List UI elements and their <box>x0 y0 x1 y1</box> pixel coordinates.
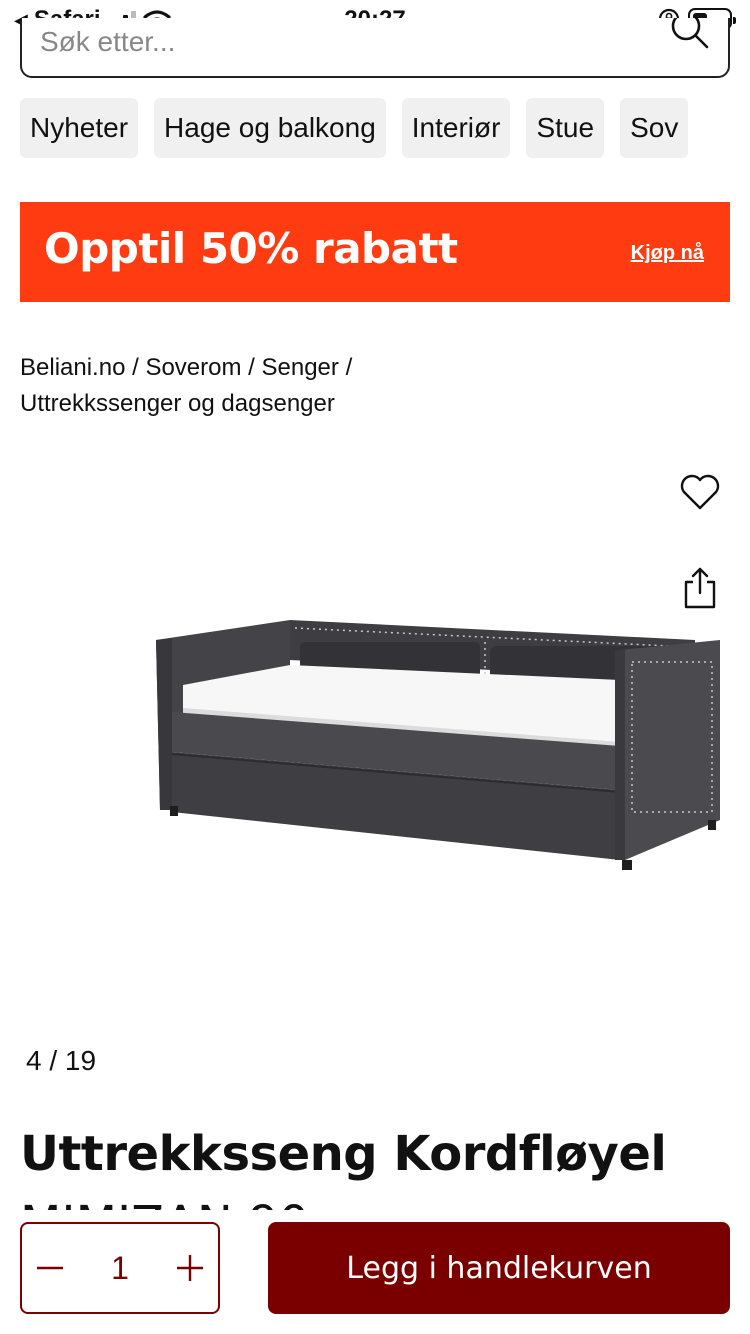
share-icon[interactable] <box>680 566 720 610</box>
search-input[interactable] <box>40 20 640 64</box>
breadcrumb-item-home[interactable]: Beliani.no <box>20 354 125 381</box>
category-chip-soverom[interactable]: Sov <box>620 98 689 158</box>
gallery-counter: 4 / 19 <box>26 1045 97 1076</box>
heart-icon[interactable] <box>678 470 722 514</box>
quantity-stepper[interactable]: 1 <box>20 1222 220 1314</box>
minus-icon <box>37 1266 63 1270</box>
breadcrumb-separator: / <box>132 354 139 381</box>
category-chip-interior[interactable]: Interiør <box>401 98 511 158</box>
breadcrumb-item-senger[interactable]: Senger <box>262 354 339 381</box>
promo-shop-link[interactable]: Kjøp nå <box>631 242 704 265</box>
category-chip-nyheter[interactable]: Nyheter <box>20 98 139 158</box>
category-chip-stue[interactable]: Stue <box>526 98 605 158</box>
promo-banner[interactable]: Opptil 50% rabatt Kjøp nå <box>20 202 730 302</box>
product-image[interactable] <box>150 620 730 870</box>
product-title: Uttrekksseng Kordfløyel <box>20 1126 667 1182</box>
breadcrumb: Beliani.no / Soverom / Senger / Uttrekks… <box>20 350 720 422</box>
search-icon[interactable] <box>670 18 710 50</box>
category-nav: Nyheter Hage og balkong Interiør Stue Sov <box>20 98 750 158</box>
breadcrumb-separator: / <box>248 354 255 381</box>
add-to-cart-button[interactable]: Legg i handlekurven <box>268 1222 730 1314</box>
quantity-increase-button[interactable] <box>166 1224 214 1312</box>
breadcrumb-item-soverom[interactable]: Soverom <box>145 354 241 381</box>
search-bar[interactable] <box>20 18 730 78</box>
category-chip-hage-og-balkong[interactable]: Hage og balkong <box>154 98 386 158</box>
quantity-value: 1 <box>111 1250 129 1286</box>
promo-title: Opptil 50% rabatt <box>44 224 458 273</box>
breadcrumb-separator: / <box>345 354 353 381</box>
plus-icon <box>177 1255 203 1281</box>
quantity-decrease-button[interactable] <box>26 1224 74 1312</box>
product-gallery[interactable] <box>0 450 750 1020</box>
add-to-cart-bar: 1 Legg i handlekurven <box>0 1210 750 1334</box>
breadcrumb-item-uttrekkssenger[interactable]: Uttrekkssenger og dagsenger <box>20 390 335 417</box>
